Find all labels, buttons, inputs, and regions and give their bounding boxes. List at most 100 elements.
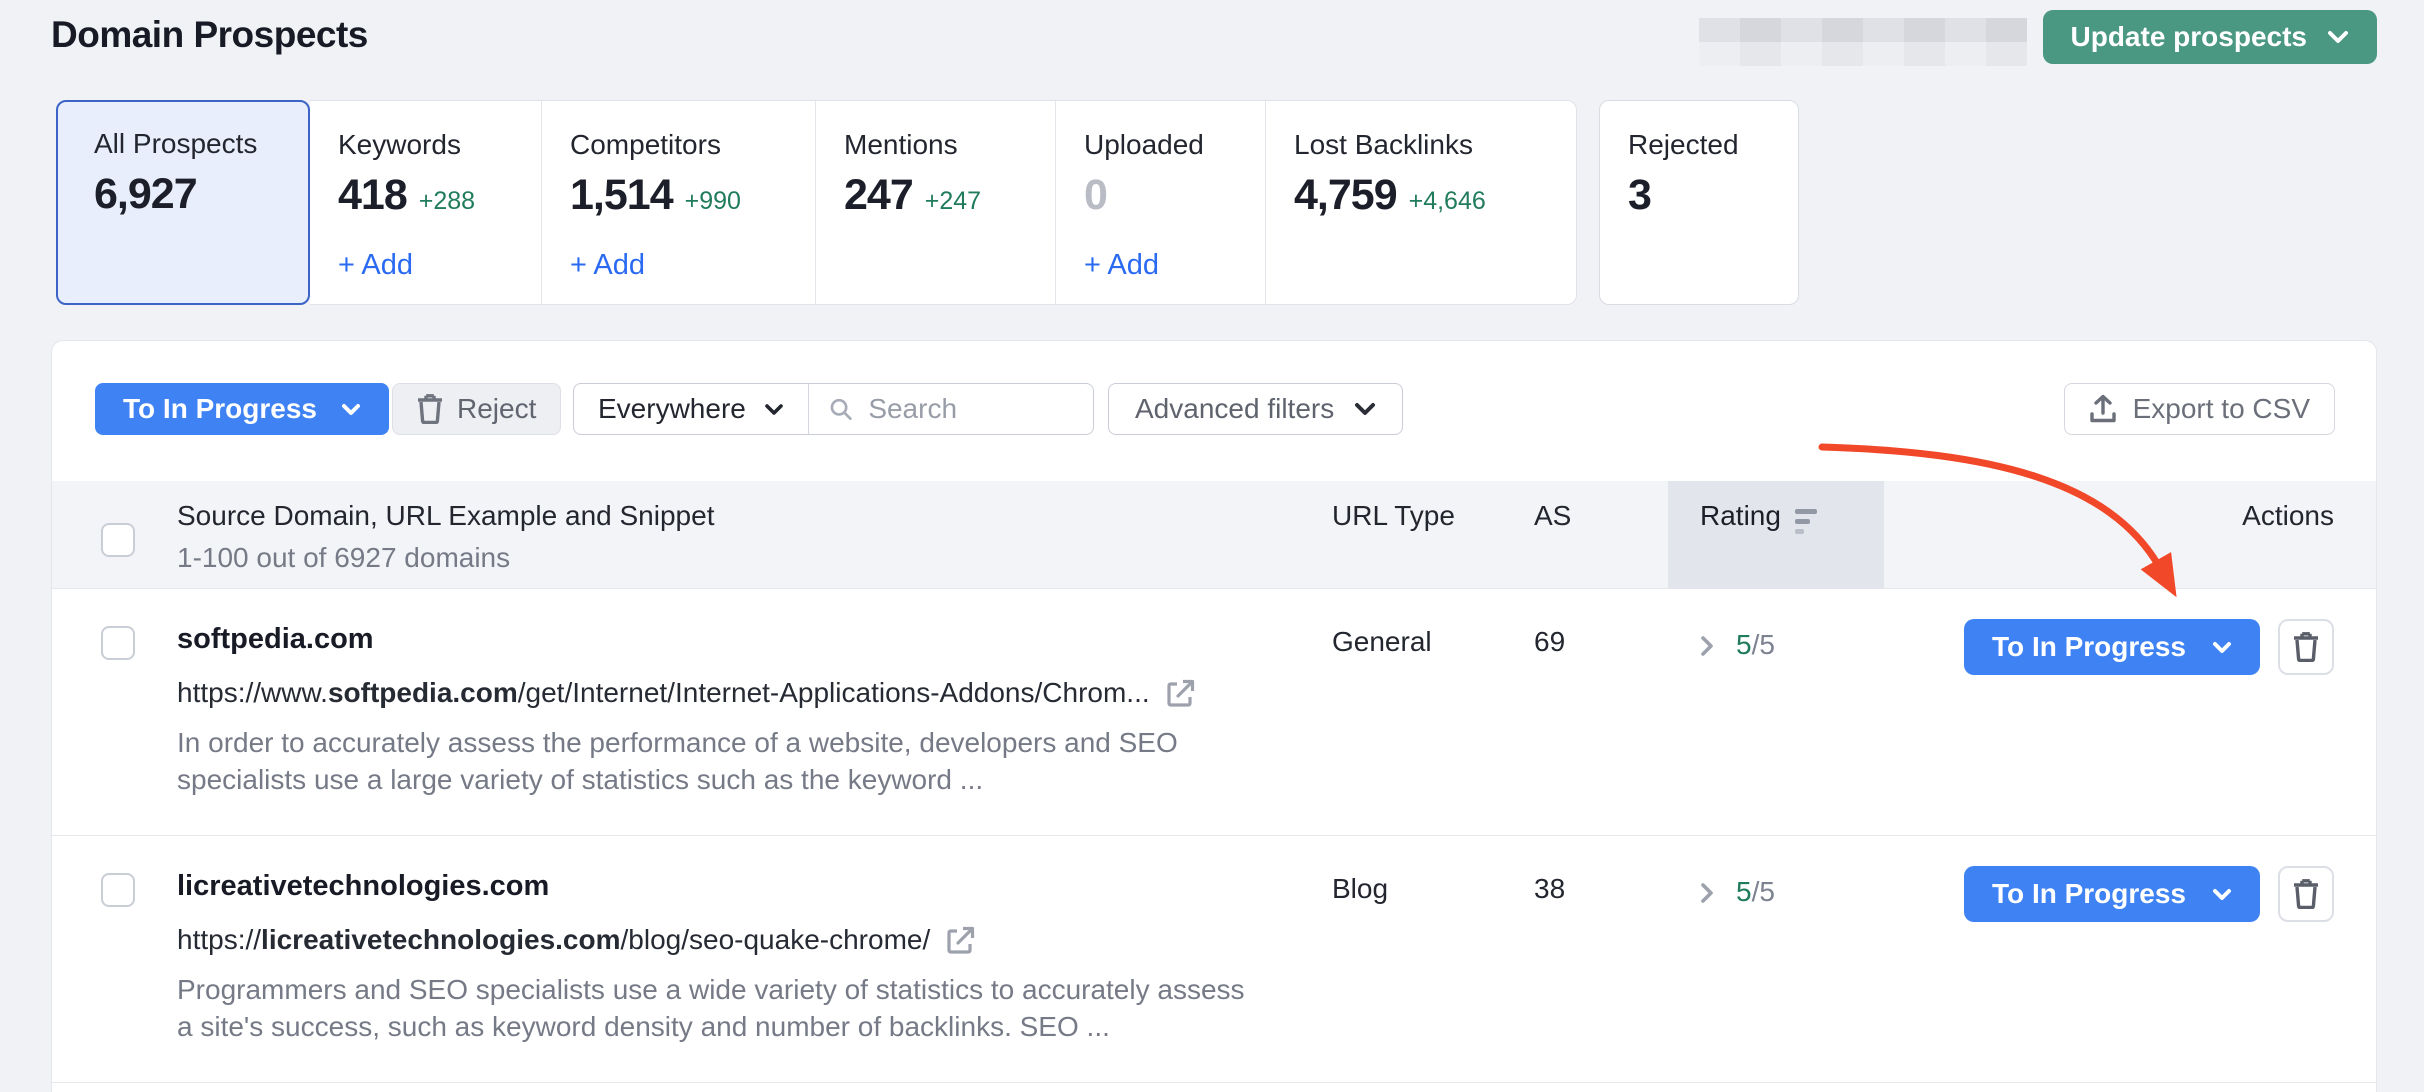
tab-label: Mentions: [844, 129, 1055, 161]
source-domain[interactable]: licreativetechnologies.com: [177, 870, 1332, 903]
select-all-checkbox[interactable]: [101, 523, 135, 557]
chevron-down-icon: [341, 403, 361, 416]
export-to-csv-button[interactable]: Export to CSV: [2064, 383, 2335, 435]
search-icon: [829, 395, 852, 423]
column-rating-label: Rating: [1700, 500, 1781, 532]
trash-icon: [417, 394, 443, 424]
tab-delta: +247: [925, 187, 981, 216]
search-input[interactable]: [868, 393, 1073, 425]
tab-group: Keywords 418 +288 + Add Competitors 1,51…: [310, 100, 1577, 305]
advanced-filters-label: Advanced filters: [1135, 393, 1334, 425]
page-title: Domain Prospects: [51, 14, 368, 56]
table-row: softpedia.com https://www.softpedia.com/…: [52, 589, 2376, 836]
scope-search-group: Everywhere: [573, 383, 1094, 435]
tab-label: All Prospects: [94, 128, 308, 160]
export-icon: [2089, 394, 2117, 424]
url-example: https://licreativetechnologies.com/blog/…: [177, 924, 1332, 956]
tab-all-prospects[interactable]: All Prospects 6,927: [56, 100, 310, 305]
scope-label: Everywhere: [598, 393, 746, 425]
tab-count: 4,759: [1294, 171, 1397, 220]
tab-label: Rejected: [1628, 129, 1798, 161]
url-text[interactable]: https://licreativetechnologies.com/blog/…: [177, 924, 930, 956]
tab-competitors[interactable]: Competitors 1,514 +990 + Add: [542, 101, 816, 304]
rating-cell: 5/5: [1668, 589, 1884, 835]
as-value: 38: [1534, 836, 1668, 1082]
tab-count: 1,514: [570, 171, 673, 220]
column-as[interactable]: AS: [1534, 481, 1668, 589]
rating-value: 5/5: [1736, 629, 1775, 661]
tab-label: Uploaded: [1084, 129, 1265, 161]
table-row: licreativetechnologies.com https://licre…: [52, 836, 2376, 1083]
tab-count: 418: [338, 171, 407, 220]
domain-prospects-page: Domain Prospects Update prospects All Pr…: [0, 0, 2424, 1092]
pagination-summary: 1-100 out of 6927 domains: [177, 542, 1332, 574]
url-type-value: General: [1332, 589, 1534, 835]
url-type-value: Blog: [1332, 836, 1534, 1082]
tab-lost-backlinks[interactable]: Lost Backlinks 4,759 +4,646: [1266, 101, 1576, 304]
sort-descending-icon: [1795, 509, 1817, 534]
update-prospects-label: Update prospects: [2071, 21, 2308, 53]
tab-delta: +990: [685, 187, 741, 216]
chevron-down-icon: [1354, 402, 1376, 416]
url-example: https://www.softpedia.com/get/Internet/I…: [177, 677, 1332, 709]
source-domain[interactable]: softpedia.com: [177, 623, 1332, 656]
snippet-text: Programmers and SEO specialists use a wi…: [177, 971, 1257, 1045]
external-link-icon[interactable]: [946, 925, 976, 955]
url-text[interactable]: https://www.softpedia.com/get/Internet/I…: [177, 677, 1150, 709]
chevron-down-icon: [2212, 641, 2232, 654]
top-bar: Domain Prospects Update prospects: [51, 0, 2377, 100]
tab-label: Keywords: [338, 129, 541, 161]
column-rating[interactable]: Rating: [1668, 481, 1884, 589]
row-checkbox[interactable]: [101, 626, 135, 660]
prospects-panel: To In Progress Reject Everywhere Advance…: [51, 340, 2377, 1092]
export-to-csv-label: Export to CSV: [2133, 393, 2310, 425]
chevron-down-icon: [764, 403, 784, 416]
table-toolbar: To In Progress Reject Everywhere Advance…: [52, 341, 2376, 481]
rating-cell: 5/5: [1668, 836, 1884, 1082]
tab-keywords[interactable]: Keywords 418 +288 + Add: [310, 101, 542, 304]
bulk-to-in-progress-label: To In Progress: [123, 393, 317, 425]
tab-delta: +288: [419, 187, 475, 216]
add-competitors-link[interactable]: + Add: [570, 249, 815, 282]
update-prospects-button[interactable]: Update prospects: [2043, 10, 2378, 64]
trash-icon: [2293, 632, 2319, 662]
add-uploaded-link[interactable]: + Add: [1084, 249, 1265, 282]
column-source-domain: Source Domain, URL Example and Snippet: [177, 500, 1332, 532]
external-link-icon[interactable]: [1166, 678, 1196, 708]
tab-count: 3: [1628, 171, 1651, 220]
search-box: [809, 384, 1093, 434]
tab-mentions[interactable]: Mentions 247 +247: [816, 101, 1056, 304]
chevron-right-icon[interactable]: [1700, 635, 1714, 657]
tab-uploaded[interactable]: Uploaded 0 + Add: [1056, 101, 1266, 304]
rating-value: 5/5: [1736, 876, 1775, 908]
advanced-filters-button[interactable]: Advanced filters: [1108, 383, 1403, 435]
row-action-label: To In Progress: [1992, 631, 2186, 663]
snippet-text: In order to accurately assess the perfor…: [177, 724, 1257, 798]
trash-icon: [2293, 879, 2319, 909]
tab-delta: +4,646: [1409, 187, 1486, 216]
tab-label: Competitors: [570, 129, 815, 161]
table-header-row: Source Domain, URL Example and Snippet 1…: [52, 481, 2376, 589]
tab-count: 0: [1084, 171, 1107, 220]
row-to-in-progress-button[interactable]: To In Progress: [1964, 619, 2260, 675]
row-delete-button[interactable]: [2278, 866, 2334, 922]
chevron-right-icon[interactable]: [1700, 882, 1714, 904]
reject-button[interactable]: Reject: [392, 383, 561, 435]
prospect-tabs: All Prospects 6,927 Keywords 418 +288 + …: [56, 100, 1799, 305]
row-action-label: To In Progress: [1992, 878, 2186, 910]
row-to-in-progress-button[interactable]: To In Progress: [1964, 866, 2260, 922]
redacted-account-info: [1699, 18, 2027, 66]
bulk-to-in-progress-button[interactable]: To In Progress: [95, 383, 389, 435]
column-url-type[interactable]: URL Type: [1332, 481, 1534, 589]
row-delete-button[interactable]: [2278, 619, 2334, 675]
chevron-down-icon: [2327, 30, 2349, 44]
as-value: 69: [1534, 589, 1668, 835]
tab-count: 247: [844, 171, 913, 220]
chevron-down-icon: [2212, 888, 2232, 901]
add-keywords-link[interactable]: + Add: [338, 249, 541, 282]
tab-rejected[interactable]: Rejected 3: [1599, 100, 1799, 305]
tab-count: 6,927: [94, 170, 197, 219]
row-checkbox[interactable]: [101, 873, 135, 907]
column-actions: Actions: [1884, 481, 2334, 589]
scope-select[interactable]: Everywhere: [574, 384, 809, 434]
